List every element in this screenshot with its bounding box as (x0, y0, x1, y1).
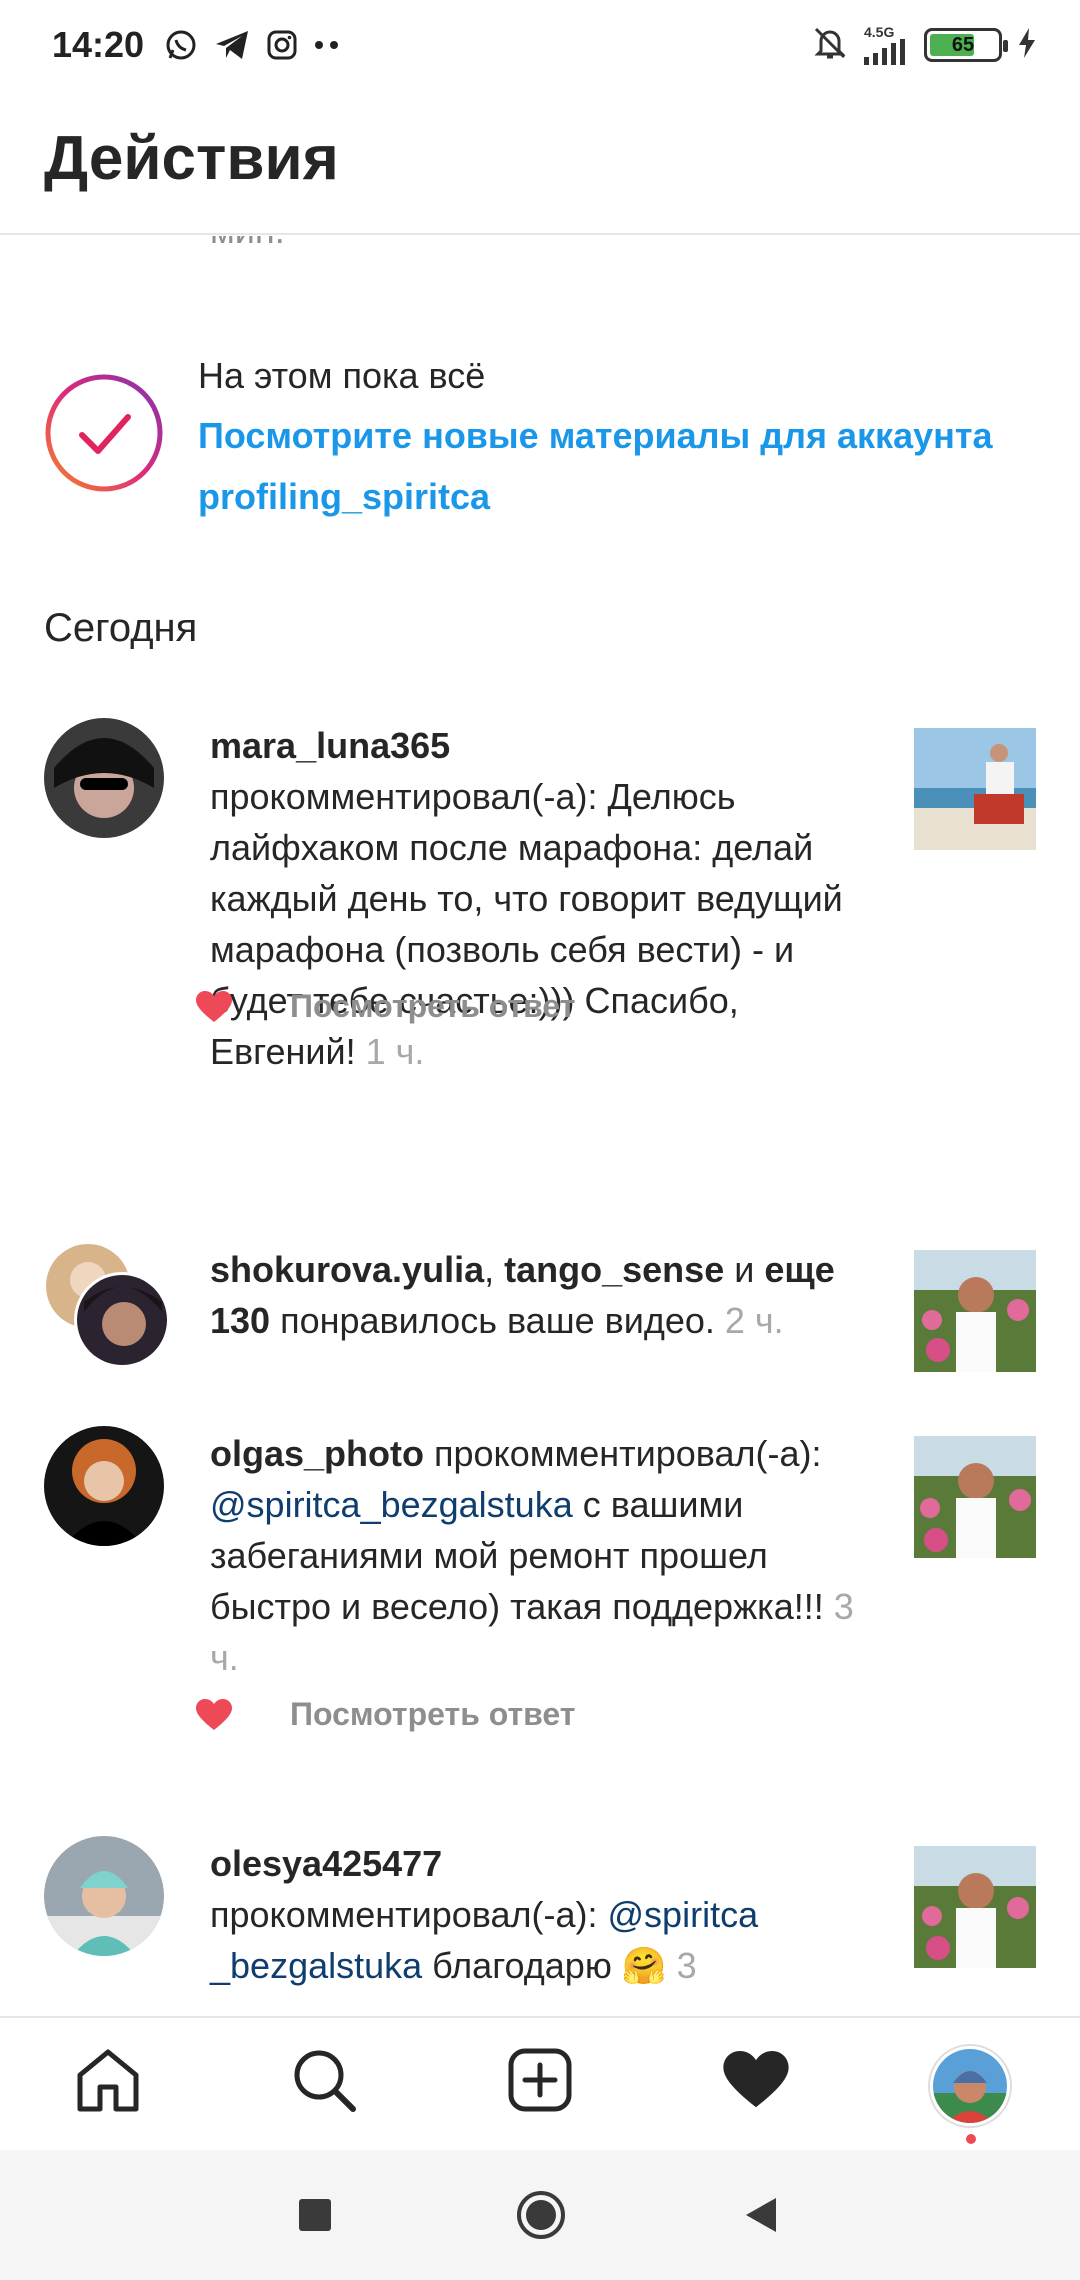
partial-timestamp: мин. (210, 236, 285, 252)
bottom-tab-bar (0, 2016, 1080, 2150)
profile-avatar[interactable] (930, 2046, 1010, 2126)
charging-icon (1018, 27, 1036, 63)
stacked-avatars[interactable] (44, 1242, 174, 1372)
notification-item[interactable]: olgas_photo прокомментировал(-а): @spiri… (0, 1426, 1080, 1756)
all-caught-up-title: На этом пока всё (198, 355, 486, 396)
mute-bell-icon (812, 25, 848, 66)
recent-apps-icon[interactable] (280, 2180, 350, 2250)
status-time: 14:20 (52, 24, 145, 65)
suggested-content-link[interactable]: Посмотрите новые материалы для аккаунта … (198, 405, 1038, 527)
view-reply-link[interactable]: Посмотреть ответ (290, 988, 575, 1025)
liked-heart-icon[interactable] (196, 1698, 232, 1731)
system-nav-bar (0, 2150, 1080, 2280)
telegram-icon (214, 29, 250, 61)
view-reply-link[interactable]: Посмотреть ответ (290, 1696, 575, 1733)
notification-text: olesya425477 прокомментировал(-а): @spir… (210, 1843, 759, 1986)
mention-link[interactable]: @spiritca_bezgalstuka (210, 1484, 573, 1525)
timestamp: 1 ч. (365, 1031, 425, 1072)
battery-icon: 65 (924, 28, 1008, 62)
reply-row: Посмотреть ответ (196, 988, 575, 1025)
notification-text: olgas_photo прокомментировал(-а): @spiri… (210, 1433, 854, 1678)
signal-icon (864, 39, 905, 65)
network-indicator: 4.5G (864, 25, 908, 65)
comment-text: прокомментировал(-а): Делюсь лайфхаком п… (210, 776, 843, 1072)
avatar[interactable] (44, 1426, 164, 1546)
activity-feed[interactable]: мин. На этом пока всё Посмотрите новые м… (0, 236, 1080, 2016)
notification-text: shokurova.yulia, tango_sense и еще 130 п… (210, 1249, 835, 1341)
username[interactable]: shokurova.yulia (210, 1249, 484, 1290)
home-icon[interactable] (68, 2040, 148, 2120)
reply-row: Посмотреть ответ (196, 1696, 575, 1733)
username[interactable]: mara_luna365 (210, 725, 450, 766)
post-thumbnail[interactable] (914, 1250, 1036, 1372)
whatsapp-icon (164, 28, 198, 62)
timestamp: 2 ч. (724, 1300, 784, 1341)
avatar[interactable] (44, 1836, 164, 1956)
network-type: 4.5G (864, 24, 895, 40)
search-icon[interactable] (284, 2040, 364, 2120)
activity-header: Действия (0, 95, 1080, 235)
timestamp: 3 (676, 1945, 697, 1986)
username[interactable]: olesya425477 (210, 1843, 442, 1884)
comment-text: благодарю 🤗 (432, 1945, 667, 1986)
notification-item[interactable]: shokurova.yulia, tango_sense и еще 130 п… (0, 1242, 1080, 1392)
home-button-icon[interactable] (506, 2180, 576, 2250)
add-post-icon[interactable] (500, 2040, 580, 2120)
instagram-icon (266, 29, 298, 61)
page-title: Действия (44, 124, 339, 193)
liked-heart-icon[interactable] (196, 990, 232, 1023)
more-dots-icon (314, 40, 340, 50)
username[interactable]: olgas_photo (210, 1433, 424, 1474)
activity-heart-icon[interactable] (716, 2040, 796, 2120)
back-icon[interactable] (726, 2180, 796, 2250)
status-app-icons (164, 28, 340, 62)
like-text: понравилось ваше видео. (280, 1300, 715, 1341)
notification-item[interactable]: mara_luna365 прокомментировал(-а): Делюс… (0, 718, 1080, 1072)
status-bar: 14:20 4.5G 65 (0, 0, 1080, 90)
all-caught-up-block: На этом пока всё Посмотрите новые матери… (0, 351, 1080, 531)
battery-level: 65 (951, 33, 975, 56)
notification-item[interactable]: olesya425477 прокомментировал(-а): @spir… (0, 1836, 1080, 2016)
username[interactable]: tango_sense (504, 1249, 724, 1290)
section-today-title: Сегодня (44, 606, 198, 650)
avatar[interactable] (44, 718, 164, 838)
post-thumbnail[interactable] (914, 728, 1036, 850)
checkmark-circle-icon (45, 374, 163, 492)
notification-dot (966, 2134, 976, 2144)
post-thumbnail[interactable] (914, 1846, 1036, 1968)
post-thumbnail[interactable] (914, 1436, 1036, 1558)
